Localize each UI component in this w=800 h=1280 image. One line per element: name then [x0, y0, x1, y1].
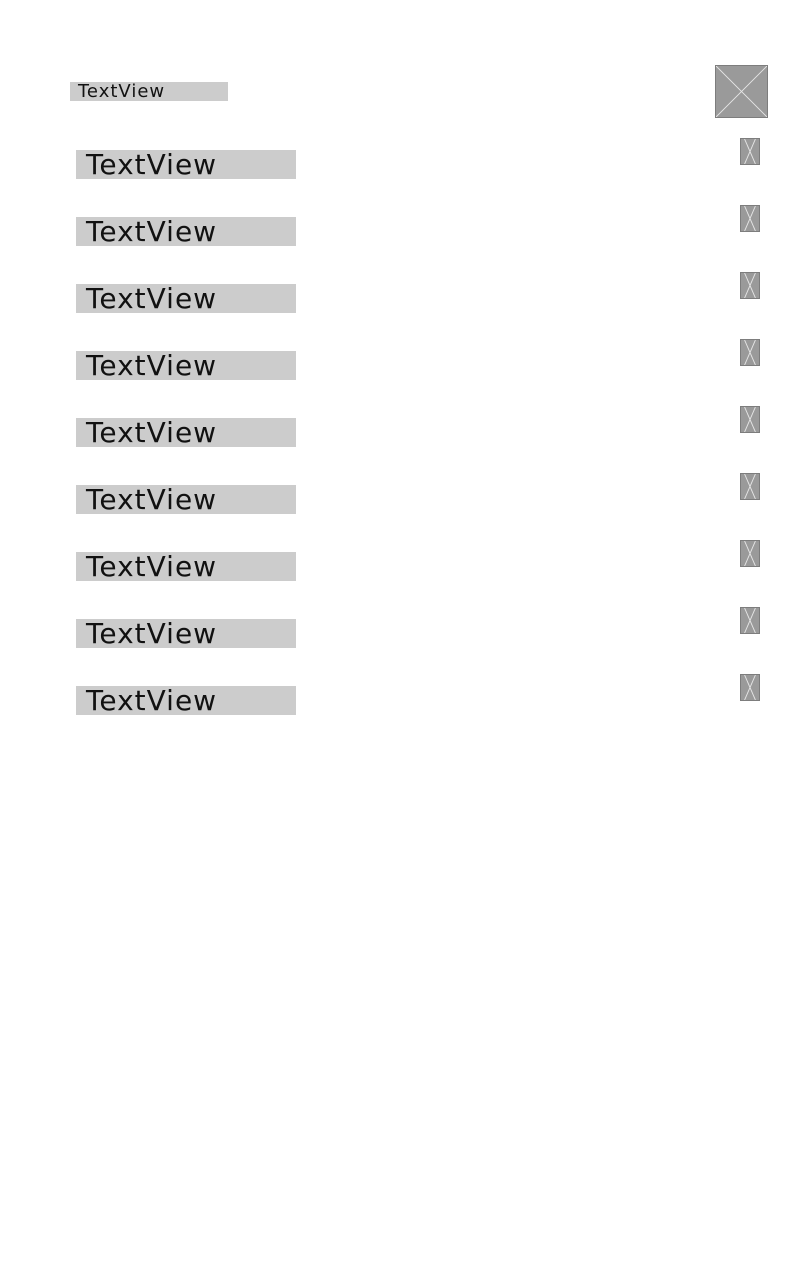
- image-placeholder-icon: [740, 473, 760, 500]
- list-item-textview: TextView: [76, 284, 296, 314]
- list-item-textview: TextView: [76, 418, 296, 448]
- image-placeholder-icon: [740, 272, 760, 299]
- image-placeholder-icon: [740, 406, 760, 433]
- list-item-textview: TextView: [76, 686, 296, 716]
- image-placeholder-icon: [740, 607, 760, 634]
- image-placeholder-icon: [740, 674, 760, 701]
- header-textview: TextView: [70, 82, 228, 101]
- image-placeholder-icon: [740, 339, 760, 366]
- list-item-textview: TextView: [76, 619, 296, 649]
- list-item-textview: TextView: [76, 485, 296, 515]
- image-placeholder-icon: [740, 205, 760, 232]
- list-item-textview: TextView: [76, 552, 296, 582]
- image-placeholder-icon: [715, 65, 768, 118]
- list-item-textview: TextView: [76, 150, 296, 180]
- list-item-textview: TextView: [76, 351, 296, 381]
- image-placeholder-icon: [740, 540, 760, 567]
- list-item-textview: TextView: [76, 217, 296, 247]
- image-placeholder-icon: [740, 138, 760, 165]
